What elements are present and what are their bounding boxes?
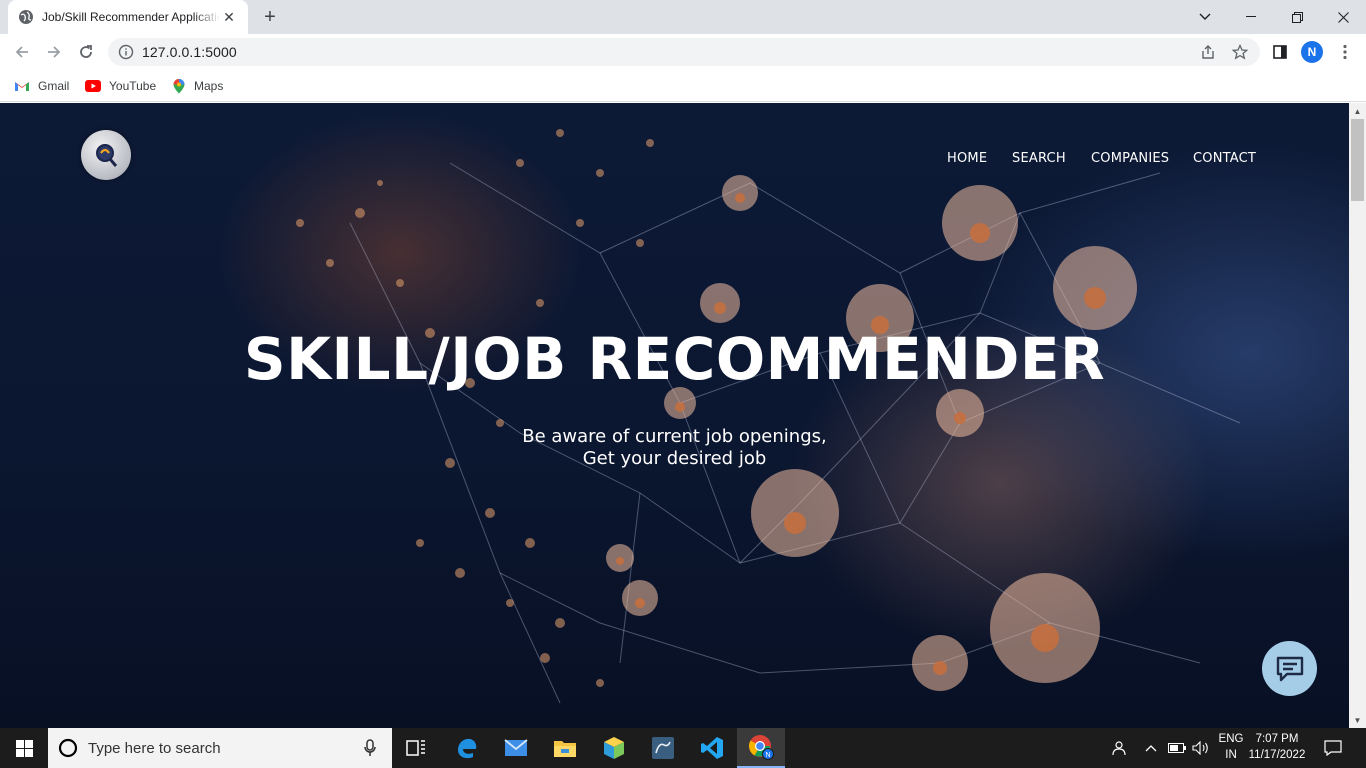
hero-subtitle-line2: Get your desired job [582,448,767,469]
cube-icon [604,737,624,759]
gmail-icon [15,82,29,91]
bookmark-gmail[interactable]: Gmail [14,76,69,96]
database-dolphin-icon [652,737,674,759]
people-icon [1112,741,1126,756]
browser-tab[interactable]: Job/Skill Recommender Application ✕ [8,0,248,34]
bookmark-label: Maps [194,79,224,93]
cortana-icon [58,738,78,758]
bookmarks-bar: Gmail YouTube Maps [0,70,1366,102]
chat-button[interactable] [1262,641,1317,696]
windows-logo-icon [15,739,33,757]
show-hidden-icons-button[interactable] [1142,728,1160,768]
language-region: IN [1225,749,1237,761]
share-icon[interactable] [1198,42,1218,62]
language-indicator[interactable]: ENG IN [1214,731,1248,763]
chevron-up-icon [1145,745,1157,752]
speaker-icon [1192,741,1208,755]
volume-tray-button[interactable] [1190,728,1212,768]
menu-kebab-icon[interactable] [1335,42,1355,62]
chat-bubble-icon [1276,656,1303,681]
microphone-icon[interactable] [364,739,376,757]
battery-tray-button[interactable] [1166,728,1188,768]
clock-time: 7:07 PM [1255,733,1299,745]
nav-home[interactable]: HOME [947,151,987,166]
url-text[interactable]: 127.0.0.1:5000 [142,44,237,60]
taskbar-search-placeholder: Type here to search [88,739,221,757]
folder-icon [554,741,576,757]
arrow-left-icon [15,46,28,58]
tab-search-button[interactable] [1182,0,1228,34]
restore-icon [1291,11,1303,23]
address-bar[interactable]: 127.0.0.1:5000 [108,38,1260,66]
bookmark-youtube[interactable]: YouTube [85,76,156,96]
minimize-icon [1246,16,1256,17]
vscode-icon [701,737,723,759]
bookmark-star-icon[interactable] [1230,42,1250,62]
logo-magnifier-icon [96,144,118,167]
taskbar-search-box[interactable]: Type here to search [48,728,392,768]
notification-icon [1324,740,1342,756]
scrollbar-thumb[interactable] [1351,119,1364,201]
browser-toolbar: 127.0.0.1:5000 N [0,34,1366,70]
hero-section: HOME SEARCH COMPANIES CONTACT SKILL/JOB … [0,103,1349,728]
forward-button[interactable] [40,38,68,66]
chevron-down-icon [1199,13,1211,20]
battery-icon [1168,743,1186,753]
hero-title: SKILL/JOB RECOMMENDER [243,325,1106,393]
side-panel-icon[interactable] [1270,42,1290,62]
tab-title: Job/Skill Recommender Application [42,10,220,24]
task-view-icon [406,740,425,756]
mail-icon [504,739,528,756]
new-tab-button[interactable]: + [258,5,282,29]
close-icon [1337,11,1349,23]
start-button[interactable] [0,728,48,768]
nav-companies[interactable]: COMPANIES [1091,151,1169,166]
taskbar-cube-app[interactable] [590,728,638,768]
bookmark-label: YouTube [109,79,157,93]
people-tray-button[interactable] [1106,728,1130,768]
info-icon[interactable] [118,44,134,60]
svg-text:N: N [765,752,770,759]
reload-icon [80,45,92,58]
arrow-right-icon [48,46,61,58]
task-view-button[interactable] [392,728,440,768]
tab-strip: Job/Skill Recommender Application ✕ + [0,0,1366,34]
nav-contact[interactable]: CONTACT [1193,151,1256,166]
reload-button[interactable] [72,38,100,66]
taskbar-vscode[interactable] [688,728,736,768]
language-code: ENG [1218,733,1244,745]
network-background-image [296,129,1241,704]
restore-button[interactable] [1274,0,1320,34]
chrome-icon: N [749,735,774,760]
maps-icon [173,79,185,94]
site-logo[interactable] [81,130,131,180]
scroll-up-arrow-icon[interactable]: ▲ [1349,103,1366,119]
minimize-button[interactable] [1228,0,1274,34]
taskbar-mysql-workbench[interactable] [639,728,687,768]
hero-subtitle-line1: Be aware of current job openings, [522,426,827,447]
taskbar-clock[interactable]: 7:07 PM 11/17/2022 [1244,731,1310,763]
windows-taskbar: Type here to search N ENG IN 7:07 PM 11/… [0,728,1366,768]
close-window-button[interactable] [1320,0,1366,34]
taskbar-chrome[interactable]: N [737,728,785,768]
youtube-icon [85,80,101,92]
globe-icon [19,10,33,24]
back-button[interactable] [8,38,36,66]
taskbar-file-explorer[interactable] [541,728,589,768]
nav-search[interactable]: SEARCH [1012,151,1066,166]
taskbar-edge[interactable] [443,728,491,768]
taskbar-mail[interactable] [492,728,540,768]
scroll-down-arrow-icon[interactable]: ▼ [1349,712,1366,728]
bookmark-label: Gmail [38,79,70,93]
clock-date: 11/17/2022 [1248,749,1306,761]
profile-avatar[interactable]: N [1301,41,1323,63]
notifications-button[interactable] [1318,728,1348,768]
edge-icon [458,738,477,759]
bookmark-maps[interactable]: Maps [172,76,223,96]
page-scrollbar[interactable]: ▲ ▼ [1349,103,1366,728]
close-tab-icon[interactable]: ✕ [220,8,238,26]
